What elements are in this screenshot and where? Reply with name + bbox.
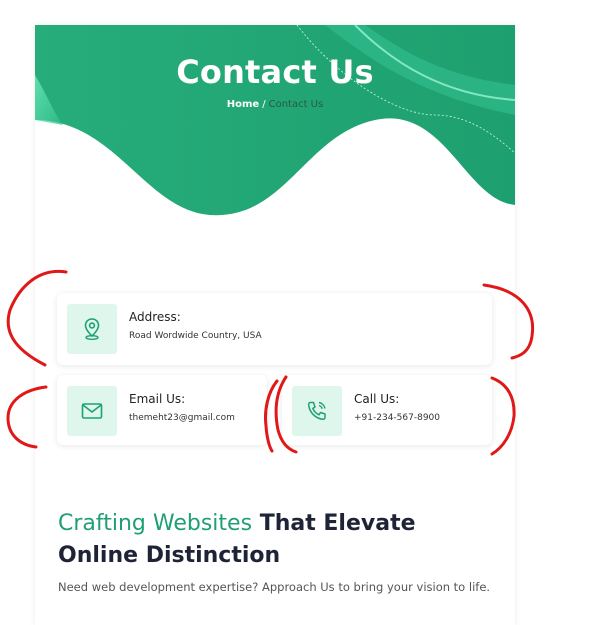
contact-page: Contact Us Home / Contact Us Address: Road… [35, 25, 515, 625]
breadcrumb-home-link[interactable]: Home [227, 99, 259, 110]
breadcrumb-separator: / [262, 99, 266, 110]
phone-icon [307, 401, 326, 421]
call-value[interactable]: +91-234-567-8900 [354, 413, 440, 423]
call-icon-box [292, 386, 342, 436]
email-value[interactable]: themeht23@gmail.com [129, 413, 235, 423]
hero-banner: Contact Us Home / Contact Us [35, 25, 515, 225]
call-label: Call Us: [354, 392, 400, 406]
envelope-icon [81, 403, 103, 419]
page-title: Contact Us [176, 53, 374, 91]
email-label: Email Us: [129, 392, 186, 406]
address-card: Address: Road Wordwide Country, USA [57, 293, 492, 365]
call-card: Call Us: +91-234-567-8900 [282, 375, 492, 445]
section-heading-accent: Crafting Websites [58, 511, 253, 536]
breadcrumb-current: Contact Us [268, 99, 324, 110]
address-label: Address: [129, 310, 181, 324]
address-value: Road Wordwide Country, USA [129, 331, 262, 341]
breadcrumb: Home / Contact Us [35, 99, 515, 110]
email-card: Email Us: themeht23@gmail.com [57, 375, 267, 445]
section-lede: Need web development expertise? Approach… [58, 580, 491, 594]
email-icon-box [67, 386, 117, 436]
address-icon-box [67, 304, 117, 354]
section-heading: Crafting Websites That Elevate Online Di… [58, 508, 478, 572]
location-pin-icon [84, 318, 100, 341]
